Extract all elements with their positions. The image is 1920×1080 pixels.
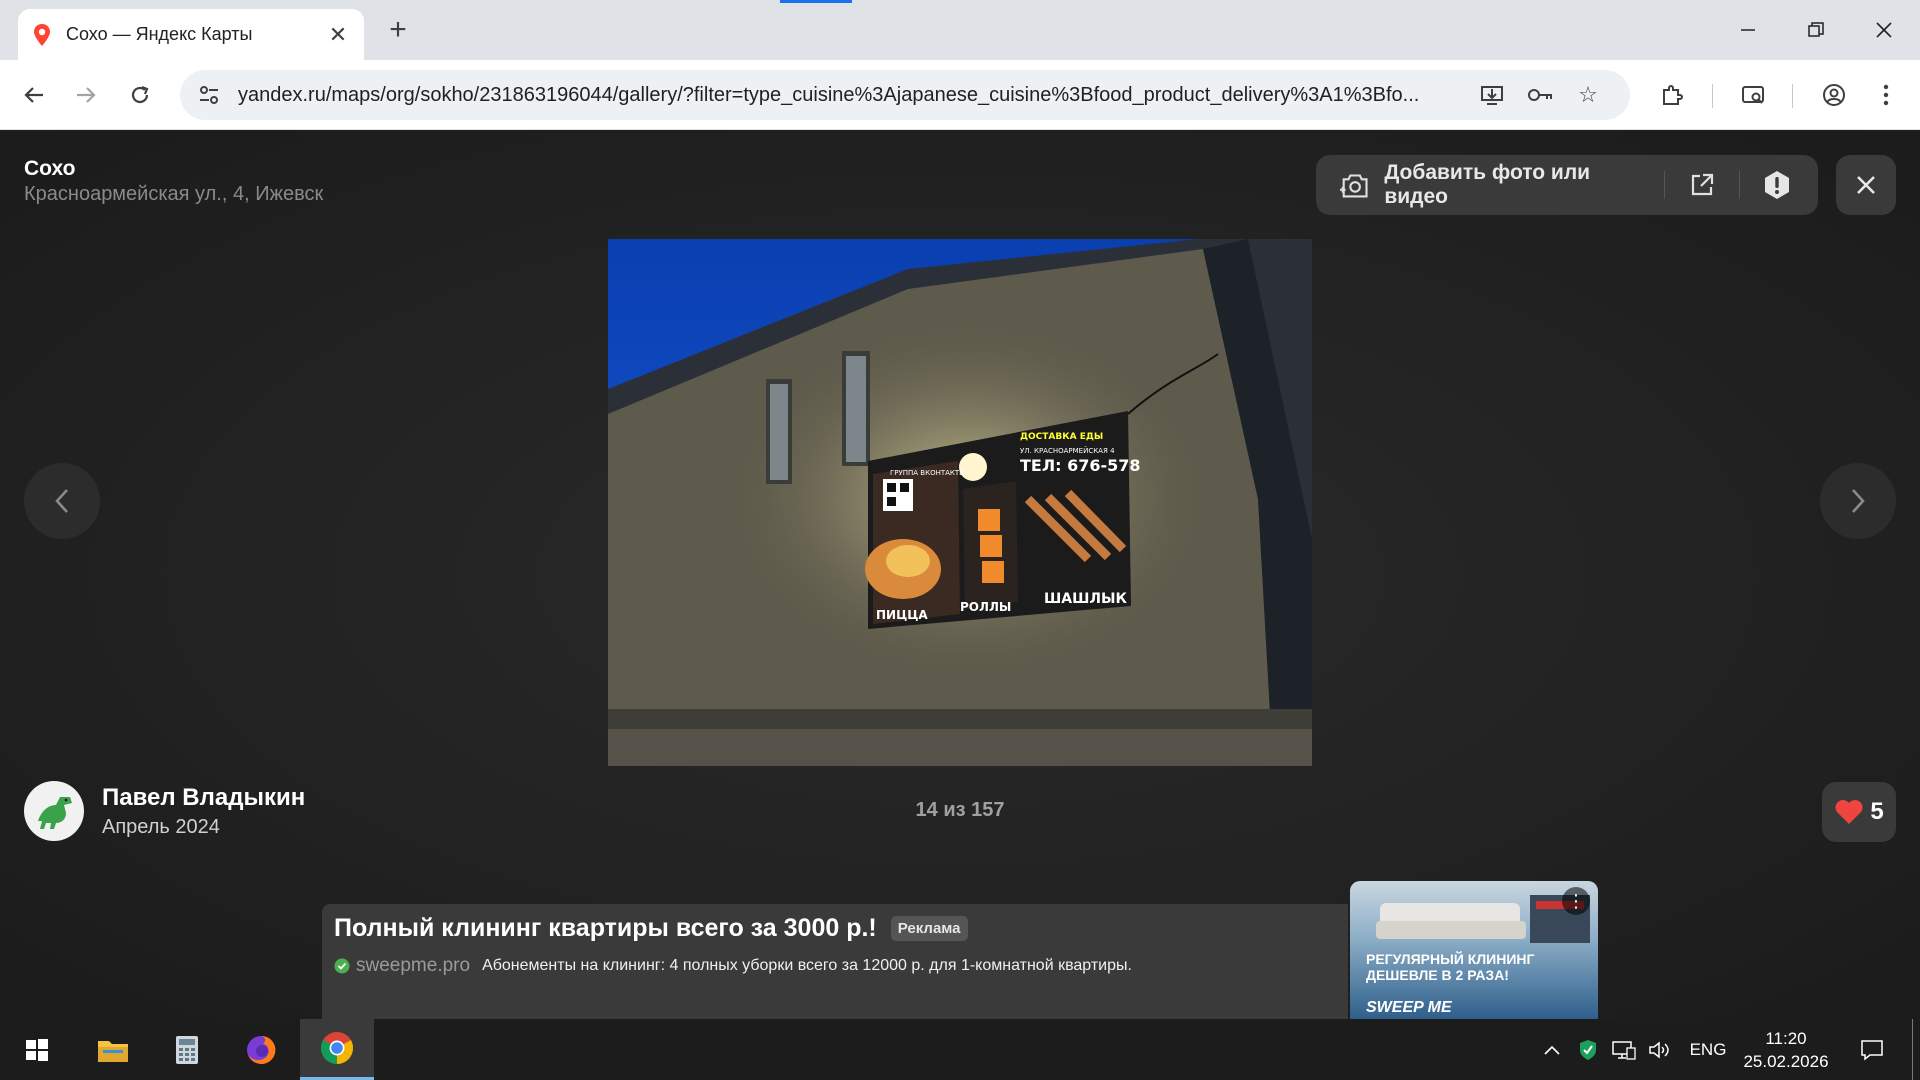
camera-plus-icon (1339, 174, 1368, 198)
show-desktop-divider[interactable] (1912, 1019, 1913, 1080)
ad-headline[interactable]: Полный клининг квартиры всего за 3000 р.… (334, 914, 877, 943)
forward-button[interactable] (66, 75, 106, 115)
tab-title: Сохо — Яндекс Карты (66, 24, 253, 44)
arrow-right-icon (77, 87, 96, 103)
actions-separator (1738, 171, 1740, 199)
ad-image-brand: SWEEP ME (1366, 999, 1452, 1016)
chevron-left-icon (55, 489, 68, 513)
tab-search-icon[interactable] (1734, 75, 1774, 115)
start-button[interactable] (0, 1019, 74, 1080)
sign-item-rolls: РОЛЛЫ (960, 600, 1011, 614)
browser-menu-icon[interactable] (1866, 75, 1906, 115)
tab-close-icon[interactable]: ✕ (326, 22, 350, 48)
like-count: 5 (1870, 798, 1884, 825)
install-app-icon[interactable] (1468, 75, 1516, 115)
tray-network-icon[interactable] (1608, 1019, 1640, 1080)
sign-group-text: ГРУППА ВКОНТАКТЕ (890, 469, 964, 477)
tab-strip: Сохо — Яндекс Карты ✕ + (0, 0, 1920, 60)
extensions-puzzle-icon[interactable] (1652, 75, 1692, 115)
sofa-image (1376, 895, 1590, 943)
sign-item-shashlik: ШАШЛЫК (1044, 591, 1128, 607)
restore-button[interactable] (1786, 8, 1846, 52)
ad-more-options-button[interactable]: ⋮ (1562, 887, 1590, 915)
folder-icon (98, 1040, 128, 1062)
report-button[interactable] (1758, 165, 1796, 205)
ad-image-text: РЕГУЛЯРНЫЙ КЛИНИНГ ДЕШЕВЛЕ В 2 РАЗА! (1366, 951, 1535, 983)
chrome-icon (320, 1032, 354, 1064)
sign-street-text: УЛ. КРАСНОАРМЕЙСКАЯ 4 (1020, 446, 1115, 455)
password-key-icon[interactable] (1516, 75, 1564, 115)
ad-domain[interactable]: sweepme.pro (356, 955, 470, 977)
address-bar[interactable]: yandex.ru/maps/org/sokho/231863196044/ga… (180, 70, 1630, 120)
calculator-icon (176, 1035, 198, 1064)
toolbar-separator (1792, 84, 1793, 108)
external-share-icon (1691, 173, 1714, 196)
restore-icon (1808, 22, 1824, 37)
tab-active[interactable]: Сохо — Яндекс Карты ✕ (18, 9, 364, 60)
action-center-icon[interactable] (1852, 1019, 1892, 1080)
next-photo-button[interactable] (1820, 463, 1896, 539)
add-photo-button[interactable]: Добавить фото или видео (1338, 161, 1646, 209)
photo-gallery-viewer: Сохо Красноармейская ул., 4, Ижевск Доба… (0, 131, 1920, 1019)
taskbar-chrome[interactable] (300, 1019, 374, 1080)
add-photo-label: Добавить фото или видео (1384, 161, 1591, 208)
windows-logo-icon (26, 1038, 48, 1061)
verified-check-icon (334, 958, 350, 974)
tray-clock[interactable]: 11:20 25.02.2026 (1738, 1027, 1834, 1073)
browser-toolbar: yandex.ru/maps/org/sokho/231863196044/ga… (0, 60, 1920, 130)
tab-loading-accent (780, 0, 852, 3)
chevron-right-icon (1852, 489, 1865, 513)
tray-language[interactable]: ENG (1682, 1019, 1734, 1080)
building-photo: ГРУППА ВКОНТАКТЕ ДОСТАВКА ЕДЫ УЛ. КРАСНО… (608, 239, 1312, 766)
warning-octagon-icon (1764, 171, 1789, 199)
taskbar-firefox[interactable] (224, 1019, 298, 1080)
previous-photo-button[interactable] (24, 463, 100, 539)
window-close-button[interactable] (1854, 8, 1914, 52)
window-close-icon (1876, 22, 1892, 38)
sign-phone-text: ТЕЛ: 676-578 (1020, 456, 1141, 475)
arrow-left-icon (24, 87, 43, 103)
actions-separator (1663, 171, 1665, 199)
ad-description: Абонементы на клининг: 4 полных уборки в… (482, 957, 1132, 974)
reload-button[interactable] (120, 75, 160, 115)
sign-delivery-text: ДОСТАВКА ЕДЫ (1020, 432, 1103, 442)
sign-item-pizza: ПИЦЦА (876, 608, 928, 622)
taskbar-file-explorer[interactable] (76, 1019, 150, 1080)
tray-defender-shield-icon[interactable] (1572, 1019, 1604, 1080)
profile-avatar-icon[interactable] (1814, 75, 1854, 115)
url-text[interactable]: yandex.ru/maps/org/sokho/231863196044/ga… (238, 84, 1468, 107)
clock-date: 25.02.2026 (1743, 1052, 1829, 1071)
minimize-icon (1741, 29, 1755, 31)
reload-icon (131, 85, 149, 104)
toolbar-separator (1712, 84, 1713, 108)
like-button[interactable]: 5 (1822, 782, 1896, 842)
yandex-maps-pin-icon (34, 23, 50, 46)
clock-time: 11:20 (1765, 1029, 1807, 1048)
place-address: Красноармейская ул., 4, Ижевск (24, 183, 324, 205)
firefox-icon (247, 1035, 276, 1064)
tray-overflow-chevron-icon[interactable] (1536, 1019, 1568, 1080)
place-name[interactable]: Сохо (24, 157, 75, 181)
ad-badge: Реклама (890, 916, 968, 941)
gallery-photo[interactable]: ГРУППА ВКОНТАКТЕ ДОСТАВКА ЕДЫ УЛ. КРАСНО… (608, 239, 1312, 766)
site-settings-icon[interactable] (198, 84, 220, 106)
ad-image[interactable]: РЕГУЛЯРНЫЙ КЛИНИНГ ДЕШЕВЛЕ В 2 РАЗА! SWE… (1350, 881, 1598, 1019)
photo-counter: 14 из 157 (915, 799, 1005, 821)
bookmark-star-icon[interactable]: ☆ (1564, 75, 1612, 115)
close-gallery-button[interactable] (1836, 155, 1896, 215)
new-tab-button[interactable]: + (380, 12, 416, 48)
back-button[interactable] (14, 75, 54, 115)
tray-volume-icon[interactable] (1644, 1019, 1676, 1080)
viewer-actions-bar: Добавить фото или видео (1316, 155, 1818, 215)
close-icon (1857, 176, 1875, 194)
share-button[interactable] (1683, 165, 1721, 205)
ad-banner[interactable]: Полный клининг квартиры всего за 3000 р.… (322, 904, 1348, 1019)
heart-icon (1835, 800, 1863, 824)
windows-taskbar: ENG 11:20 25.02.2026 (0, 1019, 1920, 1080)
minimize-button[interactable] (1718, 8, 1778, 52)
taskbar-calculator[interactable] (150, 1019, 224, 1080)
